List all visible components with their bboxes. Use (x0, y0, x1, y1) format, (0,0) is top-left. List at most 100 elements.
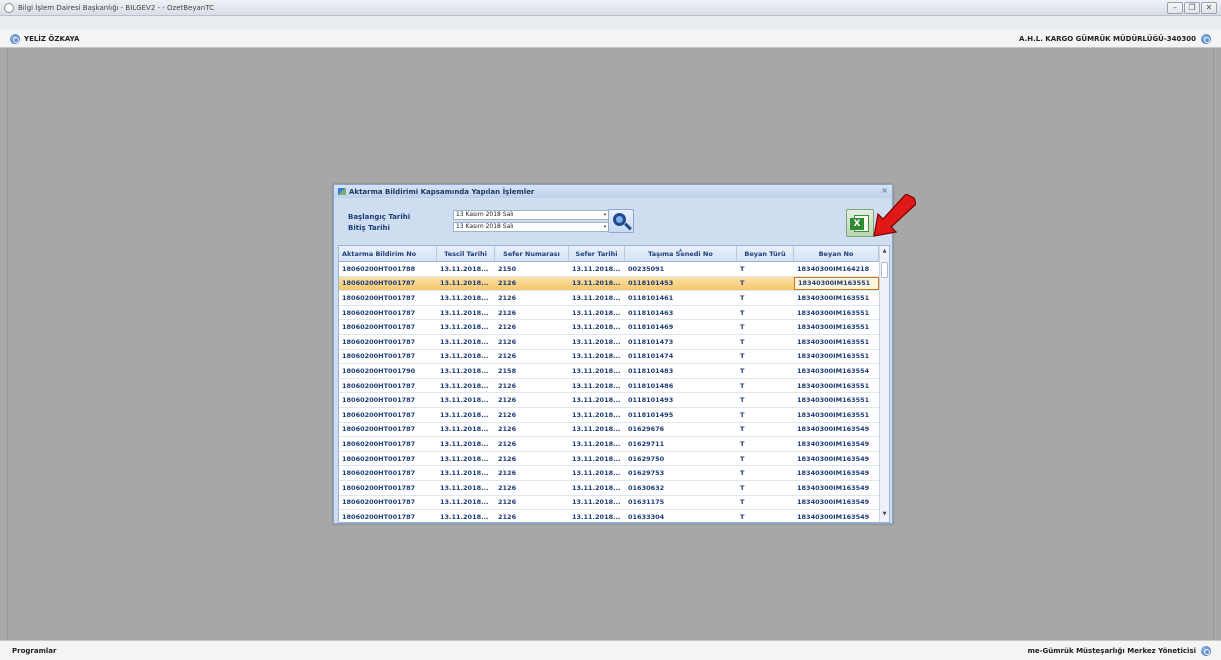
table-cell[interactable]: 2126 (495, 423, 569, 437)
table-cell[interactable]: 01629676 (625, 423, 737, 437)
table-cell[interactable]: 13.11.2018... (437, 496, 495, 510)
table-cell[interactable]: 0118101486 (625, 379, 737, 393)
table-cell[interactable]: 18060200HT001787 (339, 437, 437, 451)
table-cell[interactable]: T (737, 423, 794, 437)
col-header-beyan-no[interactable]: Beyan No (794, 246, 879, 261)
table-cell[interactable]: 18340300IM163551 (794, 335, 879, 349)
table-cell[interactable]: 13.11.2018... (437, 277, 495, 291)
table-cell[interactable]: 13.11.2018... (569, 437, 625, 451)
col-header-tescil-tarihi[interactable]: Tescil Tarihi (437, 246, 495, 261)
table-cell[interactable]: 2126 (495, 466, 569, 480)
table-cell[interactable]: 2126 (495, 393, 569, 407)
table-cell[interactable]: 13.11.2018... (569, 262, 625, 276)
col-header-bildirim-no[interactable]: Aktarma Bildirim No (339, 246, 437, 261)
table-cell[interactable]: 18060200HT001787 (339, 393, 437, 407)
table-cell[interactable]: 2126 (495, 379, 569, 393)
table-cell[interactable]: 01631175 (625, 496, 737, 510)
table-cell[interactable]: 13.11.2018... (437, 364, 495, 378)
table-cell[interactable]: 13.11.2018... (437, 320, 495, 334)
table-cell[interactable]: 00235091 (625, 262, 737, 276)
table-cell[interactable]: 2126 (495, 335, 569, 349)
table-cell[interactable]: 2126 (495, 320, 569, 334)
table-cell[interactable]: 13.11.2018... (569, 335, 625, 349)
table-cell[interactable]: 18340300IM163549 (794, 452, 879, 466)
table-cell[interactable]: 13.11.2018... (569, 320, 625, 334)
table-cell[interactable]: 18340300IM163551 (794, 350, 879, 364)
table-cell[interactable]: 18060200HT001787 (339, 408, 437, 422)
role-icon[interactable] (1201, 646, 1211, 656)
table-cell[interactable]: 13.11.2018... (437, 350, 495, 364)
table-cell[interactable]: 18340300IM163549 (794, 437, 879, 451)
scroll-down-icon[interactable]: ▼ (880, 511, 889, 520)
table-cell[interactable]: 01630632 (625, 481, 737, 495)
table-cell[interactable]: 18060200HT001787 (339, 481, 437, 495)
table-cell[interactable]: 2126 (495, 306, 569, 320)
table-cell[interactable]: T (737, 277, 794, 291)
table-cell[interactable]: 01633304 (625, 510, 737, 522)
table-row[interactable]: 18060200HT001787 13.11.2018... 2126 13.11.2… (339, 510, 889, 522)
col-header-sefer-tarihi[interactable]: Sefer Tarihi (569, 246, 625, 261)
table-cell[interactable]: T (737, 496, 794, 510)
table-cell[interactable]: T (737, 510, 794, 522)
table-cell[interactable]: 18340300IM163551 (794, 320, 879, 334)
table-row[interactable]: 18060200HT001787 13.11.2018... 2126 13.11.2… (339, 276, 889, 292)
table-cell[interactable]: 18340300IM163551 (794, 276, 879, 291)
table-cell[interactable]: 0118101473 (625, 335, 737, 349)
restore-button[interactable]: ❐ (1184, 2, 1200, 14)
table-cell[interactable]: 13.11.2018... (437, 335, 495, 349)
table-row[interactable]: 18060200HT001787 13.11.2018... 2126 13.11.2… (339, 466, 889, 481)
minimize-button[interactable]: – (1167, 2, 1183, 14)
table-cell[interactable]: 13.11.2018... (569, 496, 625, 510)
table-cell[interactable]: 0118101493 (625, 393, 737, 407)
table-cell[interactable]: 0118101474 (625, 350, 737, 364)
table-row[interactable]: 18060200HT001787 13.11.2018... 2126 13.11.2… (339, 481, 889, 496)
table-cell[interactable]: 18060200HT001787 (339, 320, 437, 334)
table-cell[interactable]: 18060200HT001787 (339, 335, 437, 349)
table-cell[interactable]: 18060200HT001787 (339, 466, 437, 480)
table-cell[interactable]: 18340300IM163549 (794, 481, 879, 495)
table-row[interactable]: 18060200HT001787 13.11.2018... 2126 13.11.2… (339, 291, 889, 306)
table-cell[interactable]: 18340300IM163549 (794, 466, 879, 480)
table-cell[interactable]: 13.11.2018... (437, 306, 495, 320)
table-cell[interactable]: T (737, 306, 794, 320)
table-row[interactable]: 18060200HT001788 13.11.2018... 2150 13.11.2… (339, 262, 889, 277)
table-cell[interactable]: 2126 (495, 437, 569, 451)
table-cell[interactable]: T (737, 437, 794, 451)
table-cell[interactable]: 13.11.2018... (437, 291, 495, 305)
table-cell[interactable]: 18340300IM163551 (794, 379, 879, 393)
table-cell[interactable]: T (737, 393, 794, 407)
table-row[interactable]: 18060200HT001787 13.11.2018... 2126 13.11.2… (339, 350, 889, 365)
close-window-button[interactable]: ✕ (1201, 2, 1217, 14)
table-cell[interactable]: 2158 (495, 364, 569, 378)
table-cell[interactable]: 2126 (495, 496, 569, 510)
end-date-picker[interactable]: 13 Kasım 2018 Salı ▾ (453, 222, 611, 232)
table-cell[interactable]: 18060200HT001787 (339, 306, 437, 320)
table-cell[interactable]: 18340300IM163549 (794, 510, 879, 522)
table-cell[interactable]: 2126 (495, 291, 569, 305)
col-header-sefer-numarasi[interactable]: Sefer Numarası (495, 246, 569, 261)
table-cell[interactable]: 01629750 (625, 452, 737, 466)
table-cell[interactable]: T (737, 350, 794, 364)
table-cell[interactable]: 13.11.2018... (569, 379, 625, 393)
table-cell[interactable]: 13.11.2018... (437, 408, 495, 422)
table-cell[interactable]: 18340300IM163554 (794, 364, 879, 378)
table-cell[interactable]: T (737, 291, 794, 305)
table-cell[interactable]: T (737, 262, 794, 276)
table-cell[interactable]: 13.11.2018... (437, 481, 495, 495)
search-button[interactable] (608, 209, 634, 233)
table-cell[interactable]: 0118101461 (625, 291, 737, 305)
table-cell[interactable]: T (737, 452, 794, 466)
table-cell[interactable]: T (737, 320, 794, 334)
table-cell[interactable]: 13.11.2018... (569, 350, 625, 364)
col-header-beyan-turu[interactable]: Beyan Türü (737, 246, 794, 261)
scroll-up-icon[interactable]: ▲ (880, 248, 889, 257)
table-cell[interactable]: 13.11.2018... (569, 423, 625, 437)
table-cell[interactable]: 13.11.2018... (437, 379, 495, 393)
table-cell[interactable]: T (737, 408, 794, 422)
table-cell[interactable]: 18340300IM163549 (794, 496, 879, 510)
table-cell[interactable]: 18060200HT001787 (339, 350, 437, 364)
table-row[interactable]: 18060200HT001787 13.11.2018... 2126 13.11.2… (339, 306, 889, 321)
table-cell[interactable]: 13.11.2018... (437, 262, 495, 276)
table-cell[interactable]: 0118101483 (625, 364, 737, 378)
col-header-tasima-senedi-no[interactable]: ▲ Taşıma Senedi No (625, 246, 737, 261)
